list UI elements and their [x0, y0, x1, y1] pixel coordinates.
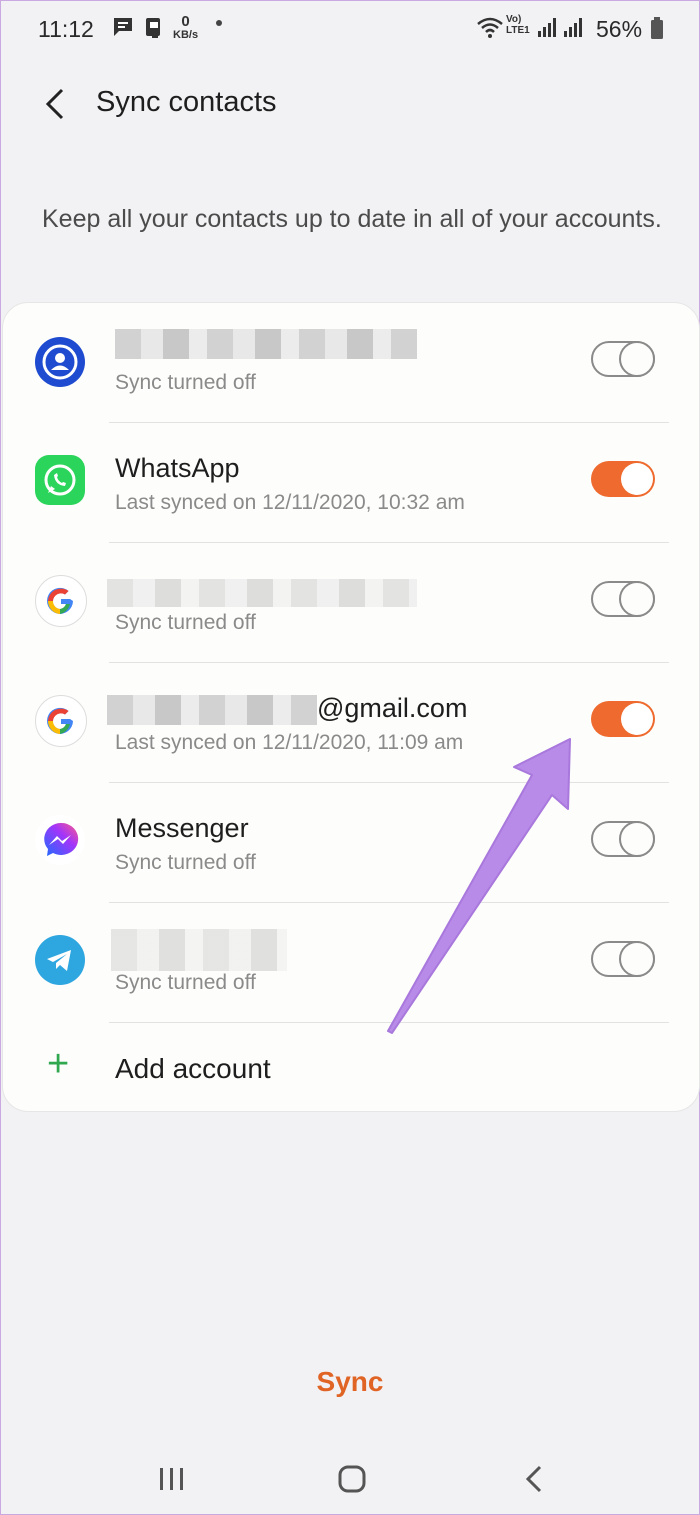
status-bar: 11:12 0 KB/s Vo) LTE1 56% — [0, 0, 700, 60]
recent-apps-icon — [160, 1468, 183, 1490]
home-button[interactable] — [332, 1458, 372, 1498]
account-status: Sync turned off — [115, 371, 256, 394]
signal-icon — [536, 16, 558, 43]
sync-toggle[interactable] — [591, 701, 655, 737]
sync-toggle[interactable] — [591, 461, 655, 497]
message-icon — [112, 16, 134, 43]
account-name: WhatsApp — [115, 453, 240, 483]
back-nav-button[interactable] — [514, 1458, 554, 1498]
account-name: Messenger — [115, 813, 249, 843]
account-row-whatsapp[interactable]: WhatsApp Last synced on 12/11/2020, 10:3… — [3, 423, 699, 543]
sync-toggle[interactable] — [591, 341, 655, 377]
google-icon — [35, 695, 87, 747]
account-row-messenger[interactable]: Messenger Sync turned off — [3, 783, 699, 903]
battery-icon — [650, 16, 664, 45]
battery-percent: 56% — [596, 16, 643, 42]
recent-apps-button[interactable] — [152, 1458, 192, 1498]
account-status: Last synced on 12/11/2020, 10:32 am — [115, 491, 465, 514]
account-status: Last synced on 12/11/2020, 11:09 am — [115, 731, 464, 754]
sync-toggle[interactable] — [591, 941, 655, 977]
sim-card-icon — [142, 16, 166, 45]
data-speed-indicator: 0 KB/s — [173, 13, 199, 41]
account-status: Sync turned off — [115, 611, 256, 634]
google-icon — [35, 575, 87, 627]
account-status: Sync turned off — [115, 851, 256, 874]
navigation-bar — [0, 1440, 700, 1515]
messenger-icon — [35, 815, 85, 865]
page-description: Keep all your contacts up to date in all… — [42, 205, 662, 233]
notification-dot-icon — [216, 20, 222, 26]
wifi-icon — [476, 16, 504, 45]
account-row-telegram[interactable]: Sync turned off — [3, 903, 699, 1023]
accounts-card: Sync turned off WhatsApp Last synced on … — [2, 302, 700, 1112]
add-account-label: Add account — [115, 1053, 271, 1084]
account-row-google-2[interactable]: @gmail.com Last synced on 12/11/2020, 11… — [3, 663, 699, 783]
volte-indicator: Vo) LTE1 — [506, 14, 530, 36]
telegram-icon — [35, 935, 85, 985]
account-status: Sync turned off — [115, 971, 256, 994]
chevron-left-icon — [45, 88, 64, 120]
redacted-account-name — [107, 695, 317, 725]
redacted-account-name — [111, 929, 287, 971]
status-time: 11:12 — [38, 16, 94, 42]
samsung-account-icon — [35, 337, 85, 387]
sync-toggle[interactable] — [591, 821, 655, 857]
redacted-account-name — [107, 579, 417, 607]
home-icon — [338, 1465, 366, 1493]
back-icon — [525, 1465, 542, 1493]
sync-toggle[interactable] — [591, 581, 655, 617]
plus-icon: + — [47, 1043, 70, 1085]
page-title: Sync contacts — [96, 86, 277, 118]
back-button[interactable] — [40, 84, 72, 124]
signal-icon-2 — [562, 16, 584, 43]
whatsapp-icon — [35, 455, 85, 505]
redacted-account-name — [115, 329, 417, 359]
sync-button[interactable]: Sync — [0, 1366, 700, 1398]
account-row-samsung[interactable]: Sync turned off — [3, 303, 699, 423]
account-name: @gmail.com — [317, 693, 468, 723]
account-row-google-1[interactable]: Sync turned off — [3, 543, 699, 663]
add-account-button[interactable]: + Add account — [3, 1023, 699, 1109]
